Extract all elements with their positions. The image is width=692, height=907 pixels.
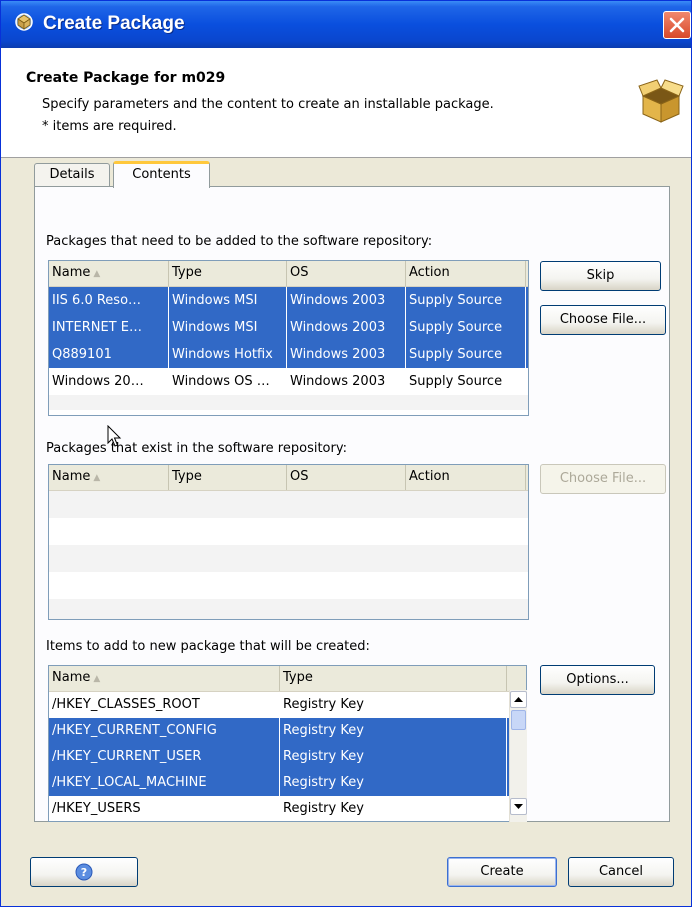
column-header-os[interactable]: OS — [287, 465, 406, 490]
table-row[interactable]: Q889101 Windows Hotfix Windows 2003 Supp… — [49, 341, 528, 368]
scroll-down-button[interactable] — [510, 798, 527, 815]
help-icon: ? — [75, 863, 93, 881]
scroll-up-button[interactable] — [510, 691, 527, 708]
svg-text:?: ? — [81, 866, 87, 879]
arrow-down-icon — [514, 804, 523, 809]
close-button[interactable] — [663, 11, 691, 39]
sort-indicator-icon: ▲ — [93, 674, 101, 684]
table-row[interactable]: /HKEY_USERS Registry Key — [49, 796, 526, 821]
package-app-icon — [15, 13, 33, 31]
column-header-type[interactable]: Type — [169, 465, 287, 490]
options-button[interactable]: Options... — [540, 665, 655, 695]
arrow-up-icon — [514, 697, 523, 702]
empty-row — [49, 599, 528, 619]
empty-row — [49, 545, 528, 572]
existing-packages-table[interactable]: Name ▲ Type OS Action — [48, 464, 529, 620]
sort-indicator-icon: ▲ — [93, 269, 101, 279]
mouse-cursor-icon — [107, 425, 122, 447]
tab-contents-label: Contents — [132, 167, 191, 182]
title-bar[interactable]: Create Package — [1, 1, 691, 48]
existing-packages-label: Packages that exist in the software repo… — [46, 441, 347, 456]
column-header-name[interactable]: Name ▲ — [49, 465, 169, 490]
header-title: Create Package for m029 — [26, 70, 226, 86]
table-row[interactable]: /HKEY_LOCAL_MACHINE Registry Key — [49, 770, 509, 796]
table-row[interactable]: INTERNET E… Windows MSI Windows 2003 Sup… — [49, 314, 528, 341]
scroll-thumb[interactable] — [511, 710, 526, 730]
table-header: Name ▲ Type OS Action — [49, 465, 528, 491]
table-row[interactable]: /HKEY_CURRENT_USER Registry Key — [49, 744, 509, 770]
create-button[interactable]: Create — [447, 857, 557, 887]
table-row[interactable]: IIS 6.0 Reso… Windows MSI Windows 2003 S… — [49, 287, 528, 314]
vertical-scrollbar[interactable] — [509, 690, 527, 822]
empty-row — [49, 518, 528, 545]
column-header-type[interactable]: Type — [169, 261, 287, 286]
sort-indicator-icon: ▲ — [93, 473, 101, 483]
table-header: Name ▲ Type OS Action — [49, 261, 528, 287]
new-items-table[interactable]: Name ▲ Type /HKEY_CLASSES_ROOT Registry K… — [48, 665, 527, 822]
window-title: Create Package — [43, 13, 185, 34]
column-header-type[interactable]: Type — [280, 666, 507, 691]
choose-file-button[interactable]: Choose File... — [540, 305, 666, 335]
column-header-action[interactable]: Action — [406, 465, 526, 490]
tab-details-label: Details — [49, 167, 95, 182]
tab-contents[interactable]: Contents — [113, 161, 210, 188]
empty-row — [49, 572, 528, 599]
create-package-dialog: Create Package Create Package for m029 S… — [0, 0, 692, 907]
help-button[interactable]: ? — [30, 857, 138, 887]
packages-to-add-label: Packages that need to be added to the so… — [46, 234, 433, 249]
column-header-name[interactable]: Name ▲ — [49, 261, 169, 286]
empty-row — [49, 395, 528, 410]
tab-details[interactable]: Details — [34, 163, 110, 186]
dialog-header: Create Package for m029 Specify paramete… — [1, 48, 691, 158]
header-description: Specify parameters and the content to cr… — [42, 97, 494, 112]
required-note: * items are required. — [42, 119, 177, 134]
close-icon — [669, 17, 685, 33]
package-box-icon — [638, 79, 684, 123]
table-row[interactable]: Windows 20… Windows OS … Windows 2003 Su… — [49, 368, 528, 395]
empty-row — [49, 491, 528, 518]
column-header-name[interactable]: Name ▲ — [49, 666, 280, 691]
new-items-label: Items to add to new package that will be… — [46, 639, 370, 654]
table-row[interactable]: /HKEY_CLASSES_ROOT Registry Key — [49, 692, 526, 718]
column-header-action[interactable]: Action — [406, 261, 526, 286]
table-header: Name ▲ Type — [49, 666, 526, 692]
choose-file-button-disabled[interactable]: Choose File... — [540, 464, 666, 494]
table-row[interactable]: /HKEY_CURRENT_CONFIG Registry Key — [49, 718, 509, 744]
column-header-os[interactable]: OS — [287, 261, 406, 286]
cancel-button[interactable]: Cancel — [568, 857, 674, 887]
skip-button[interactable]: Skip — [540, 261, 661, 291]
packages-to-add-table[interactable]: Name ▲ Type OS Action IIS 6.0 Reso… Windo… — [48, 260, 529, 416]
